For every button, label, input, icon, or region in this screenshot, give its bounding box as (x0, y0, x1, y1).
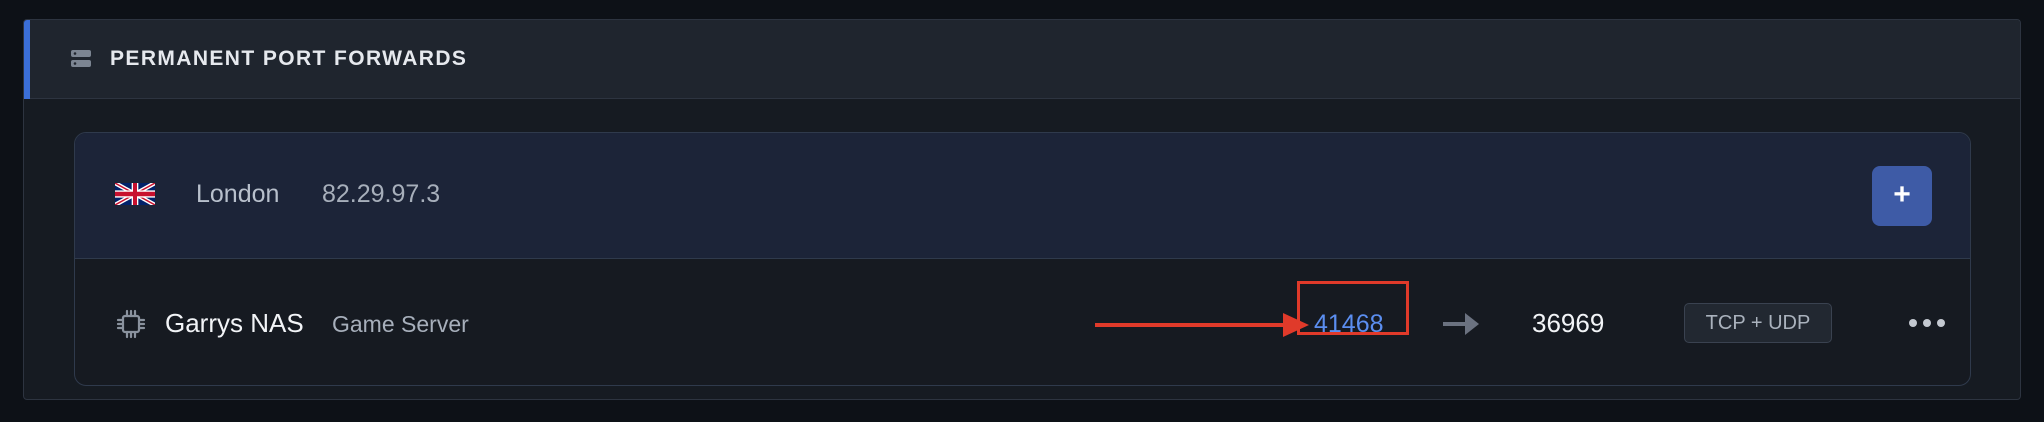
chip-icon (116, 309, 146, 339)
port-forwards-panel: PERMANENT PORT FORWARDS London 82.29.97.… (23, 19, 2021, 400)
location-ip: 82.29.97.3 (322, 180, 441, 208)
location-card: London 82.29.97.3 + Garrys NAS Game Serv… (74, 132, 1971, 386)
annotation-arrow-icon (1095, 313, 1309, 337)
internal-port: 36969 (1532, 308, 1605, 338)
location-city: London (196, 180, 280, 208)
device-type: Game Server (332, 311, 469, 337)
port-forward-row: Garrys NAS Game Server 41468 36969 TCP +… (75, 259, 1970, 385)
device-name: Garrys NAS (165, 308, 304, 338)
server-icon (71, 50, 91, 67)
add-port-forward-button[interactable]: + (1872, 166, 1932, 226)
panel-header: PERMANENT PORT FORWARDS (24, 20, 2020, 99)
section-title: PERMANENT PORT FORWARDS (110, 47, 468, 70)
arrow-right-icon (1443, 313, 1479, 335)
uk-flag-icon (115, 183, 155, 205)
location-header: London 82.29.97.3 + (75, 133, 1970, 259)
header-accent-bar (24, 20, 30, 99)
protocol-badge: TCP + UDP (1684, 303, 1832, 343)
external-port[interactable]: 41468 (1314, 308, 1384, 340)
more-horizontal-icon[interactable] (1907, 311, 1947, 335)
